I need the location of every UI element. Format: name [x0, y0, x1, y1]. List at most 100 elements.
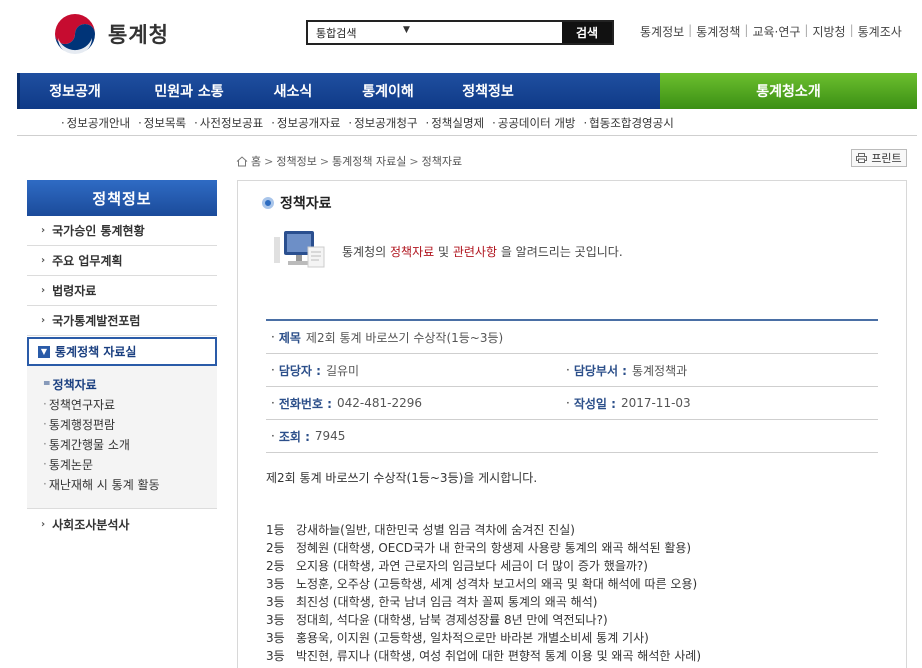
- bullet-icon: ·: [271, 429, 275, 443]
- date-label: 작성일 :: [573, 396, 616, 411]
- breadcrumb-item[interactable]: 통계정책 자료실: [332, 153, 406, 169]
- main-nav-info-disclosure[interactable]: 정보공개: [20, 81, 130, 101]
- sidebar-item-label: 사회조사분석사: [52, 517, 130, 532]
- intro-highlight: 관련사항: [452, 244, 497, 259]
- sidebar-item-social-survey[interactable]: › 사회조사분석사: [27, 509, 217, 539]
- sidebar-subitem-disaster[interactable]: 재난재해 시 통계 활동: [43, 474, 217, 494]
- sidebar-item-work-plan[interactable]: › 주요 업무계획: [27, 246, 217, 276]
- award-rank: 3등: [266, 595, 285, 609]
- top-link-survey[interactable]: 통계조사: [858, 23, 902, 40]
- top-link-stats-info[interactable]: 통계정보: [640, 23, 684, 40]
- page-title-text: 정책자료: [280, 196, 332, 212]
- sub-nav-item[interactable]: 정보목록: [138, 115, 186, 131]
- chevron-right-icon: ›: [41, 225, 46, 236]
- sidebar-item-label: 국가승인 통계현황: [52, 224, 145, 238]
- info-cell: · 담당부서 : 통계정책과: [561, 362, 687, 379]
- list-item: 3등 홍용욱, 이지원 (고등학생, 일차적으로만 바라본 개별소비세 통계 기사…: [266, 629, 701, 647]
- list-item: 2등 오지용 (대학생, 과연 근로자의 임금보다 세금이 더 많이 증가 했을까…: [266, 557, 701, 575]
- list-item: 3등 박진현, 류지나 (대학생, 여성 취업에 대한 편향적 통계 이용 및 왜…: [266, 647, 701, 665]
- intro-suffix: 을 알려드리는 곳입니다.: [497, 244, 623, 259]
- sub-nav-item[interactable]: 정책실명제: [426, 115, 484, 131]
- award-rank: 2등: [266, 541, 285, 555]
- main-nav-news[interactable]: 새소식: [248, 81, 338, 101]
- chevron-right-icon: ›: [41, 518, 46, 530]
- top-link-separator: |: [804, 23, 809, 37]
- award-text: 정대희, 석다윤 (대학생, 남북 경제성장률 8년 만에 역전되나?): [296, 613, 608, 627]
- search-button[interactable]: 검색: [562, 22, 612, 43]
- top-link-separator: |: [688, 23, 693, 37]
- sub-nav: 정보공개안내 정보목록 사전정보공표 정보공개자료 정보공개청구 정책실명제 공…: [17, 110, 917, 136]
- breadcrumb-separator: >: [264, 154, 274, 168]
- sidebar-item-policy-archive[interactable]: ▼ 통계정책 자료실: [27, 337, 217, 366]
- sub-nav-item[interactable]: 정보공개자료: [271, 115, 340, 131]
- subject-value: 제2회 통계 바로쓰기 수상작(1등~3등): [305, 330, 504, 345]
- taegeuk-logo-icon: [55, 14, 95, 55]
- site-logo[interactable]: 통계청: [52, 12, 182, 56]
- date-value: 2017-11-03: [620, 396, 691, 410]
- sub-nav-item[interactable]: 사전정보공표: [194, 115, 263, 131]
- list-item: 3등 최진성 (대학생, 한국 남녀 임금 격차 꼴찌 통계의 왜곡 해석): [266, 593, 701, 611]
- award-text: 박진현, 류지나 (대학생, 여성 취업에 대한 편향적 통계 이용 및 왜곡 …: [296, 649, 702, 663]
- top-link-separator: |: [744, 23, 749, 37]
- top-link-stats-policy[interactable]: 통계정책: [696, 23, 740, 40]
- expand-icon: ▼: [38, 345, 50, 358]
- intro-text: 통계청의 정책자료 및 관련사항 을 알려드리는 곳입니다.: [342, 243, 623, 260]
- sub-nav-item[interactable]: 정보공개청구: [348, 115, 417, 131]
- sidebar-subitem-research[interactable]: 정책연구자료: [43, 394, 217, 414]
- sidebar-item-label: 주요 업무계획: [52, 254, 123, 268]
- top-links: 통계정보 | 통계정책 | 교육·연구 | 지방청 | 통계조사: [640, 23, 902, 40]
- intro-highlight: 정책자료: [389, 244, 435, 259]
- chevron-right-icon: ›: [41, 315, 46, 326]
- breadcrumb-separator: >: [319, 154, 330, 168]
- top-link-education[interactable]: 교육·연구: [752, 23, 800, 40]
- main-nav: 정보공개 민원과 소통 새소식 통계이해 정책정보 통계청소개: [17, 73, 917, 109]
- sidebar-item-approved-stats[interactable]: › 국가승인 통계현황: [27, 216, 217, 246]
- sidebar-item-law[interactable]: › 법령자료: [27, 276, 217, 306]
- main-nav-civil-affairs[interactable]: 민원과 소통: [130, 81, 248, 101]
- bullet-icon: ·: [271, 330, 275, 344]
- sidebar-subitem-policy-data[interactable]: 정책자료: [43, 374, 217, 394]
- sidebar-subitem-publications[interactable]: 통계간행물 소개: [43, 434, 217, 454]
- sub-nav-item[interactable]: 정보공개안내: [61, 115, 130, 131]
- search-input[interactable]: [408, 22, 562, 43]
- intro-mid: 및: [434, 244, 453, 259]
- print-button[interactable]: 프린트: [851, 149, 907, 167]
- list-item: 3등 노정훈, 오주상 (고등학생, 세계 성격차 보고서의 왜곡 및 확대 해석…: [266, 575, 701, 593]
- views-label: 조회 :: [278, 429, 310, 444]
- sidebar-subitem-papers[interactable]: 통계논문: [43, 454, 217, 474]
- main-nav-policy-info[interactable]: 정책정보: [438, 81, 538, 101]
- breadcrumb-item[interactable]: 정책정보: [276, 153, 316, 169]
- chevron-right-icon: ›: [41, 285, 46, 296]
- top-link-regional-office[interactable]: 지방청: [812, 23, 845, 40]
- sidebar: 정책정보 › 국가승인 통계현황 › 주요 업무계획 › 법령자료 › 국가통계…: [27, 180, 217, 539]
- post-body: 제2회 통계 바로쓰기 수상작(1등~3등)을 게시합니다.: [266, 471, 538, 485]
- sub-nav-item[interactable]: 공공데이터 개방: [492, 115, 576, 131]
- manager-label: 담당자 :: [278, 363, 321, 378]
- breadcrumb-home[interactable]: 홈: [251, 153, 261, 169]
- subject-label: 제목: [278, 330, 301, 345]
- sidebar-item-forum[interactable]: › 국가통계발전포럼: [27, 306, 217, 336]
- bullet-icon: ·: [271, 396, 275, 410]
- sidebar-item-label: 국가통계발전포럼: [52, 314, 141, 328]
- award-text: 정혜원 (대학생, OECD국가 내 한국의 항생제 사용량 통계의 왜곡 해석…: [296, 541, 692, 555]
- sub-nav-item[interactable]: 협동조합경영공시: [583, 115, 674, 131]
- content-panel: 정책자료 통계청의 정책자료 및 관련사항 을 알려드리는 곳입니다. · 제목…: [237, 180, 907, 668]
- phone-label: 전화번호 :: [278, 396, 332, 411]
- print-label: 프린트: [871, 152, 902, 165]
- award-rank: 3등: [266, 649, 285, 663]
- logo-text: 통계청: [108, 23, 169, 47]
- breadcrumb-current: 정책자료: [421, 155, 463, 168]
- list-item: 3등 정대희, 석다윤 (대학생, 남북 경제성장률 8년 만에 역전되나?): [266, 611, 701, 629]
- search-scope-select[interactable]: 통합검색 ▼: [308, 22, 410, 43]
- main-nav-about[interactable]: 통계청소개: [660, 73, 917, 109]
- award-rank: 3등: [266, 577, 285, 591]
- list-item: 2등 정혜원 (대학생, OECD국가 내 한국의 항생제 사용량 통계의 왜곡 …: [266, 539, 701, 557]
- main-nav-stats-understanding[interactable]: 통계이해: [338, 81, 438, 101]
- award-text: 강새하늘(일반, 대한민국 성별 임금 격차에 숨겨진 진실): [296, 523, 575, 537]
- intro-prefix: 통계청의: [342, 244, 390, 259]
- printer-icon: [856, 153, 868, 163]
- phone-value: 042-481-2296: [336, 396, 422, 410]
- sidebar-item-label: 법령자료: [52, 284, 97, 298]
- home-icon: [236, 155, 248, 166]
- sidebar-subitem-handbook[interactable]: 통계행정편람: [43, 414, 217, 434]
